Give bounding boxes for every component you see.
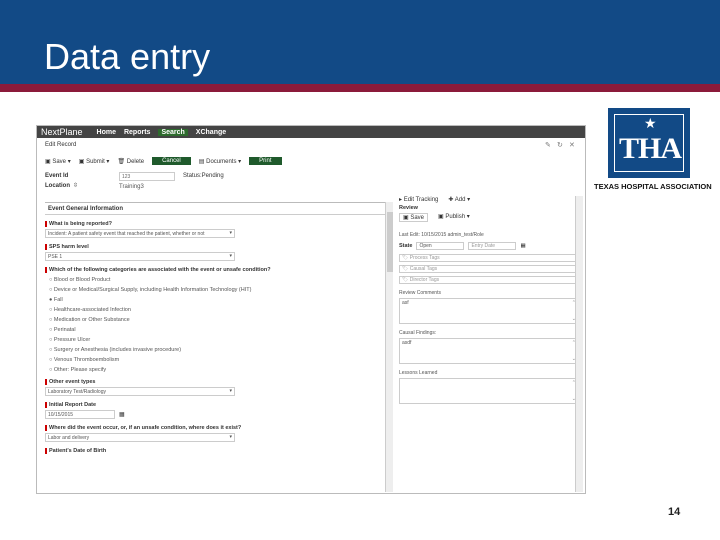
other-event-select[interactable]: Laboratory Test/Radiology ▾ (45, 387, 235, 396)
review-scrollbar[interactable] (575, 196, 583, 492)
save-button[interactable]: ▣ Save ▾ (45, 158, 71, 165)
event-form: Event General Information What is being … (45, 202, 385, 492)
chevron-down-icon: ▾ (229, 230, 232, 236)
location-value: Training3 (119, 184, 144, 190)
entry-date-input[interactable]: Entry Date (468, 242, 517, 250)
scrollbar-thumb[interactable] (387, 212, 393, 272)
review-comments-label: Review Comments (399, 290, 441, 296)
page-number: 14 (668, 506, 681, 518)
reported-select[interactable]: Incident: A patient safety event that re… (45, 229, 235, 238)
option-blood[interactable]: ○ Blood or Blood Product (45, 277, 385, 283)
cancel-button[interactable]: Cancel (152, 157, 191, 165)
nav-home[interactable]: Home (97, 129, 116, 136)
state-select[interactable]: Open (416, 242, 465, 250)
slide-title: Data entry (44, 36, 211, 77)
option-surgery[interactable]: ○ Surgery or Anesthesia (includes invasi… (45, 347, 385, 353)
review-comments-textarea[interactable]: asf ⌃ ⌄ (399, 298, 579, 324)
app-logo: NextPlane (41, 127, 83, 137)
chevron-down-icon: ▾ (229, 388, 232, 394)
question-other-event-types: Other event types (45, 379, 385, 385)
tha-logo: ★ THA (608, 108, 690, 178)
status-label: Status:Pending (183, 173, 224, 179)
submit-icon: ▣ (78, 158, 85, 165)
location-bar (119, 180, 585, 190)
nav-reports[interactable]: Reports (124, 129, 150, 136)
edit-tracking-toggle[interactable]: ▸ Edit Tracking (399, 196, 438, 203)
process-tags-input[interactable]: 🏷 Process Tags (399, 254, 579, 262)
form-scrollbar[interactable] (385, 202, 393, 492)
option-pressure-ulcer[interactable]: ○ Pressure Ulcer (45, 337, 385, 343)
question-harm-level: SPS harm level (45, 244, 385, 250)
document-icon: ▤ (198, 158, 205, 165)
last-edit-text: Last Edit: 10/15/2015 admin_test/Role (399, 232, 484, 238)
question-reported: What is being reported? (45, 221, 385, 227)
app-screenshot: NextPlane Home Reports Search XChange Ed… (36, 125, 586, 494)
calendar-icon[interactable]: ▦ (520, 243, 525, 249)
save-icon: ▣ (45, 158, 51, 165)
chevron-down-icon: ▾ (229, 253, 232, 259)
causal-findings-textarea[interactable]: asdf ⌃ ⌄ (399, 338, 579, 364)
logo-text: THA (618, 132, 682, 165)
option-medication[interactable]: ○ Medication or Other Substance (45, 317, 385, 323)
record-toolbar: ▣ Save ▾ ▣ Submit ▾ 🗑 Delete Cancel ▤ Do… (45, 157, 282, 165)
review-title: Review (399, 205, 418, 211)
state-label: State (399, 243, 413, 249)
calendar-icon[interactable]: ▦ (119, 411, 125, 418)
record-title: Edit Record (45, 142, 77, 148)
causal-findings-label: Causal Findings: (399, 330, 437, 336)
option-device[interactable]: ○ Device or Medical/Surgical Supply, inc… (45, 287, 385, 293)
header-accent-bar (0, 84, 720, 92)
nav-xchange[interactable]: XChange (196, 129, 226, 136)
lessons-learned-textarea[interactable]: ⌃ ⌄ (399, 378, 579, 404)
option-fall[interactable]: ● Fall (45, 297, 385, 303)
publish-button[interactable]: ▣ Publish ▾ (438, 213, 470, 222)
section-title: Event General Information (45, 203, 385, 215)
question-location: Where did the event occur, or, if an uns… (45, 425, 385, 431)
report-date-input[interactable]: 10/15/2015 (45, 410, 115, 419)
event-id-label: Event Id (45, 173, 69, 179)
top-nav: NextPlane Home Reports Search XChange (37, 126, 585, 138)
causal-tags-input[interactable]: 🏷 Causal Tags (399, 265, 579, 273)
location-select[interactable]: Labor and delivery ▾ (45, 433, 235, 442)
event-id-field[interactable]: 123 (119, 172, 175, 181)
lessons-learned-label: Lessons Learned (399, 370, 438, 376)
question-initial-report-date: Initial Report Date (45, 402, 385, 408)
question-categories: Which of the following categories are as… (45, 267, 385, 273)
star-icon: ★ (644, 115, 657, 131)
print-button[interactable]: Print (249, 157, 282, 165)
delete-button[interactable]: 🗑 Delete (117, 158, 144, 165)
location-picker-icon[interactable]: ⇳ (73, 182, 78, 189)
question-dob: Patient's Date of Birth (45, 448, 385, 454)
option-vte[interactable]: ○ Venous Thromboembolism (45, 357, 385, 363)
logo-caption: TEXAS HOSPITAL ASSOCIATION (594, 182, 712, 191)
location-label: Location (45, 183, 70, 189)
trash-icon: 🗑 (117, 158, 126, 165)
chevron-down-icon: ▾ (229, 434, 232, 440)
director-tags-input[interactable]: 🏷 Director Tags (399, 276, 579, 284)
option-other[interactable]: ○ Other: Please specify (45, 367, 385, 373)
nav-search[interactable]: Search (158, 128, 188, 136)
review-save-button[interactable]: ▣ Save (399, 213, 429, 222)
review-panel: ▸ Edit Tracking ✚ Add ▾ Review ▣ Save ▣ … (399, 196, 579, 404)
submit-button[interactable]: ▣ Submit ▾ (79, 158, 110, 165)
option-infection[interactable]: ○ Healthcare-associated Infection (45, 307, 385, 313)
close-icon[interactable]: ✕ (569, 141, 575, 149)
refresh-icon[interactable]: ↻ (557, 141, 563, 149)
harm-level-select[interactable]: PSE 1 ▾ (45, 252, 235, 261)
option-perinatal[interactable]: ○ Perinatal (45, 327, 385, 333)
edit-icon[interactable]: ✎ (545, 141, 551, 149)
add-button[interactable]: ✚ Add ▾ (448, 196, 470, 203)
documents-button[interactable]: ▤ Documents ▾ (199, 158, 241, 165)
